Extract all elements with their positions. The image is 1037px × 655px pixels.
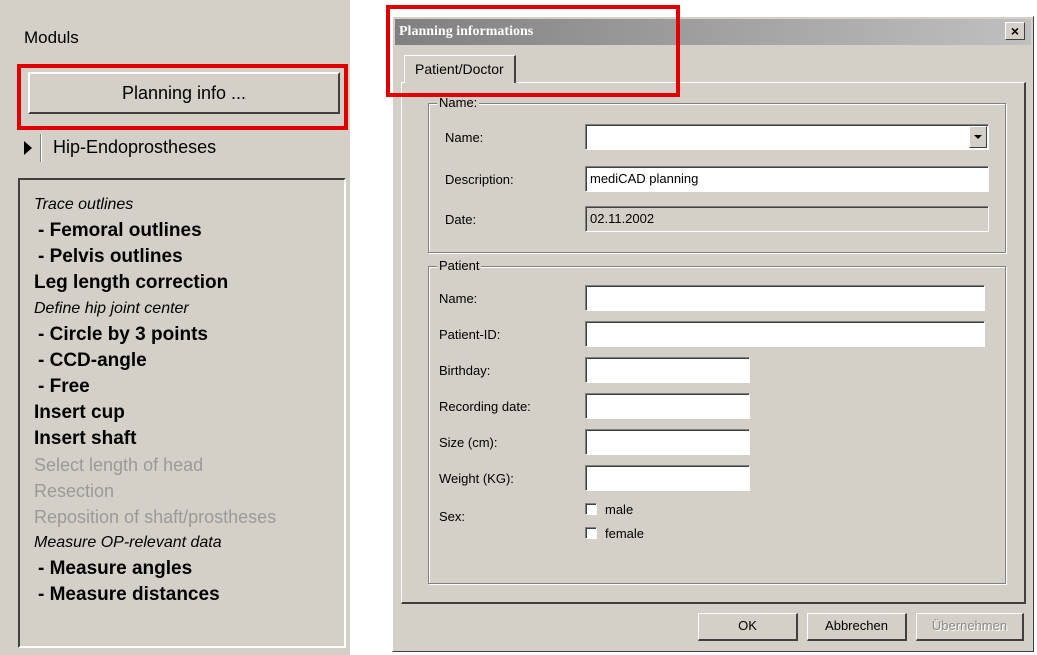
recording-date-label: Recording date: [439,399,531,414]
step-item[interactable]: Leg length correction [34,270,344,296]
planning-informations-dialog: Planning informations × Patient/Doctor N… [392,16,1034,652]
close-button[interactable]: × [1005,22,1025,40]
step-item[interactable]: Resection [34,478,344,504]
patient-id-label: Patient-ID: [439,327,501,342]
description-field[interactable]: mediCAD planning [585,166,989,192]
step-item[interactable]: - Measure angles [34,556,344,582]
modules-title: Moduls [24,28,79,47]
separator [40,134,41,163]
step-item[interactable]: Insert shaft [34,426,344,452]
name-label: Name: [445,130,484,145]
cancel-button[interactable]: Abbrechen [807,613,907,641]
size-field[interactable] [585,429,750,455]
size-label: Size (cm): [439,435,498,450]
sex-label: Sex: [439,509,466,524]
patient-id-field[interactable] [585,321,985,347]
planning-steps-list: Trace outlines - Femoral outlines - Pelvis… [18,178,346,648]
checkbox-box[interactable] [585,527,597,539]
step-item[interactable]: - Circle by 3 points [34,322,344,348]
step-item: Trace outlines [34,196,134,213]
close-icon: × [1010,23,1020,39]
step-item[interactable]: Select length of head [34,452,344,478]
hip-endoprostheses-label: Hip-Endoprostheses [53,137,217,157]
patient-group: Patient Name: Patient-ID: Birthday: Reco… [428,258,1006,584]
name-dropdown[interactable] [585,124,989,150]
step-item[interactable]: - Pelvis outlines [34,244,344,270]
title-bar[interactable]: Planning informations × [395,19,1031,45]
step-item: Measure OP-relevant data [34,534,222,551]
weight-field[interactable] [585,465,750,491]
modules-panel: Moduls Planning info ... Hip-Endoprosthe… [0,0,350,655]
planning-info-button[interactable]: Planning info ... [28,72,340,114]
apply-button[interactable]: Übernehmen [916,613,1024,641]
step-item[interactable]: - Femoral outlines [34,218,344,244]
play-arrow-icon [24,141,32,155]
step-item[interactable]: Reposition of shaft/prostheses [34,504,344,530]
male-checkbox[interactable]: male [585,501,633,519]
birthday-label: Birthday: [439,363,491,378]
tab-page: Name: Name: Description: mediCAD plannin… [401,82,1026,604]
hip-endoprostheses-item[interactable]: Hip-Endoprostheses [18,130,346,164]
date-field: 02.11.2002 [585,206,989,232]
recording-date-field[interactable] [585,393,750,419]
tab-patient-doctor[interactable]: Patient/Doctor [404,55,516,83]
patient-name-field[interactable] [585,285,985,311]
date-label: Date: [445,212,477,227]
chevron-down-icon [974,135,982,139]
name-group: Name: Name: Description: mediCAD plannin… [428,95,1006,253]
female-label: female [605,526,645,541]
checkbox-box[interactable] [585,503,597,515]
dropdown-button[interactable] [969,126,987,148]
step-item[interactable]: - Free [34,374,344,400]
step-item: Define hip joint center [34,300,189,317]
male-label: male [605,502,634,517]
weight-label: Weight (KG): [439,471,514,486]
step-item[interactable]: - Measure distances [34,582,344,608]
patient-group-title: Patient [437,258,482,273]
name-group-title: Name: [437,95,480,110]
description-label: Description: [445,172,514,187]
ok-button[interactable]: OK [698,613,798,641]
step-item[interactable]: Insert cup [34,400,344,426]
birthday-field[interactable] [585,357,750,383]
female-checkbox[interactable]: female [585,525,644,543]
step-item[interactable]: - CCD-angle [34,348,344,374]
dialog-title: Planning informations [399,24,534,39]
patient-name-label: Name: [439,291,478,306]
